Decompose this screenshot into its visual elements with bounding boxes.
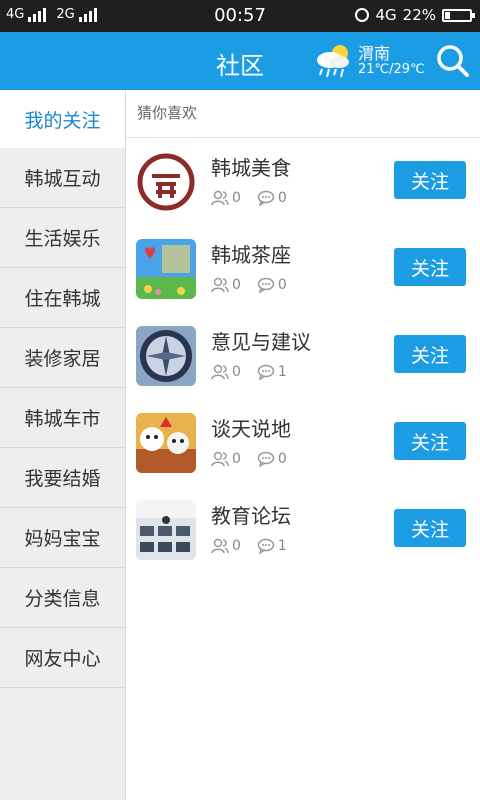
sidebar-item-label: 韩城车市 bbox=[24, 408, 101, 430]
cloud-rain-sun-icon bbox=[317, 45, 349, 78]
member-count: 0 bbox=[232, 364, 241, 380]
sidebar-item-wedding[interactable]: 我要结婚 bbox=[0, 448, 125, 508]
status-bar: 4G 2G 00:57 4G 22% bbox=[0, 0, 480, 32]
sidebar-item-my-follows[interactable]: 我的关注 bbox=[0, 90, 125, 148]
alarm-icon bbox=[355, 8, 370, 22]
search-icon[interactable] bbox=[436, 44, 470, 78]
forum-stats: 0 1 bbox=[211, 364, 287, 380]
category-sidebar: 我的关注 韩城互动 生活娱乐 住在韩城 装修家居 韩城车市 我要结婚 妈妈宝宝 … bbox=[0, 90, 126, 800]
follow-button[interactable]: 关注 bbox=[394, 161, 466, 199]
comment-icon bbox=[257, 364, 275, 380]
members-icon bbox=[211, 364, 229, 380]
list-item[interactable]: 意见与建议 0 1 关注 bbox=[126, 312, 480, 399]
forum-stats: 0 0 bbox=[211, 451, 287, 467]
sidebar-item-living[interactable]: 住在韩城 bbox=[0, 268, 125, 328]
member-count: 0 bbox=[232, 451, 241, 467]
sidebar-item-hancheng-interaction[interactable]: 韩城互动 bbox=[0, 148, 125, 208]
sidebar-item-car-market[interactable]: 韩城车市 bbox=[0, 388, 125, 448]
post-count: 0 bbox=[277, 190, 287, 206]
member-count: 0 bbox=[232, 538, 241, 554]
battery-icon bbox=[442, 8, 475, 22]
forum-stats: 0 1 bbox=[211, 538, 287, 554]
forum-avatar bbox=[136, 326, 196, 386]
sidebar-item-entertainment[interactable]: 生活娱乐 bbox=[0, 208, 125, 268]
follow-button[interactable]: 关注 bbox=[394, 248, 466, 286]
sidebar-item-label: 住在韩城 bbox=[24, 288, 101, 310]
forum-avatar bbox=[136, 152, 196, 212]
list-item[interactable]: 韩城茶座 0 0 关注 bbox=[126, 225, 480, 312]
follow-button[interactable]: 关注 bbox=[394, 422, 466, 460]
forum-name: 韩城美食 bbox=[211, 156, 291, 180]
members-icon bbox=[211, 451, 229, 467]
sidebar-item-home-decor[interactable]: 装修家居 bbox=[0, 328, 125, 388]
post-count: 1 bbox=[277, 538, 287, 554]
forum-name: 教育论坛 bbox=[211, 504, 291, 528]
comment-icon bbox=[257, 277, 275, 293]
forum-avatar bbox=[136, 500, 196, 560]
forum-name: 意见与建议 bbox=[211, 330, 311, 354]
post-count: 0 bbox=[277, 277, 287, 293]
forum-name: 韩城茶座 bbox=[211, 243, 291, 267]
forum-avatar bbox=[136, 239, 196, 299]
forum-name: 谈天说地 bbox=[211, 417, 291, 441]
forum-stats: 0 0 bbox=[211, 190, 287, 206]
follow-button[interactable]: 关注 bbox=[394, 335, 466, 373]
list-item[interactable]: 谈天说地 0 0 关注 bbox=[126, 399, 480, 486]
follow-button[interactable]: 关注 bbox=[394, 509, 466, 547]
sidebar-item-label: 装修家居 bbox=[24, 348, 101, 370]
member-count: 0 bbox=[232, 190, 241, 206]
sidebar-item-label: 分类信息 bbox=[24, 588, 101, 610]
section-title: 猜你喜欢 bbox=[126, 90, 480, 138]
sidebar-item-classifieds[interactable]: 分类信息 bbox=[0, 568, 125, 628]
sidebar-item-user-center[interactable]: 网友中心 bbox=[0, 628, 125, 688]
comment-icon bbox=[257, 538, 275, 554]
weather-temperature: 21℃/29℃ bbox=[358, 62, 425, 77]
sidebar-item-label: 妈妈宝宝 bbox=[24, 528, 101, 550]
forum-avatar bbox=[136, 413, 196, 473]
sidebar-item-label: 韩城互动 bbox=[24, 168, 101, 190]
post-count: 0 bbox=[277, 451, 287, 467]
list-item[interactable]: 教育论坛 0 1 关注 bbox=[126, 486, 480, 573]
battery-percent: 22% bbox=[402, 6, 436, 24]
app-header: 社区 渭南 21℃/29℃ bbox=[0, 32, 480, 90]
weather-city: 渭南 bbox=[358, 44, 391, 63]
members-icon bbox=[211, 538, 229, 554]
forum-list-panel: 猜你喜欢 韩城美食 0 0 关注 韩城茶座 0 0 关注 意见与建议 0 1 关… bbox=[126, 90, 480, 800]
members-icon bbox=[211, 277, 229, 293]
list-item[interactable]: 韩城美食 0 0 关注 bbox=[126, 138, 480, 225]
sidebar-item-label: 生活娱乐 bbox=[24, 228, 101, 250]
sidebar-item-label: 网友中心 bbox=[24, 648, 101, 670]
network-type-3: 4G bbox=[375, 6, 397, 24]
post-count: 1 bbox=[277, 364, 287, 380]
sidebar-item-label: 我的关注 bbox=[24, 109, 101, 132]
status-right: 4G 22% bbox=[355, 6, 475, 24]
members-icon bbox=[211, 190, 229, 206]
sidebar-item-mom-baby[interactable]: 妈妈宝宝 bbox=[0, 508, 125, 568]
sidebar-item-label: 我要结婚 bbox=[24, 468, 101, 490]
forum-stats: 0 0 bbox=[211, 277, 287, 293]
comment-icon bbox=[257, 190, 275, 206]
member-count: 0 bbox=[232, 277, 241, 293]
comment-icon bbox=[257, 451, 275, 467]
